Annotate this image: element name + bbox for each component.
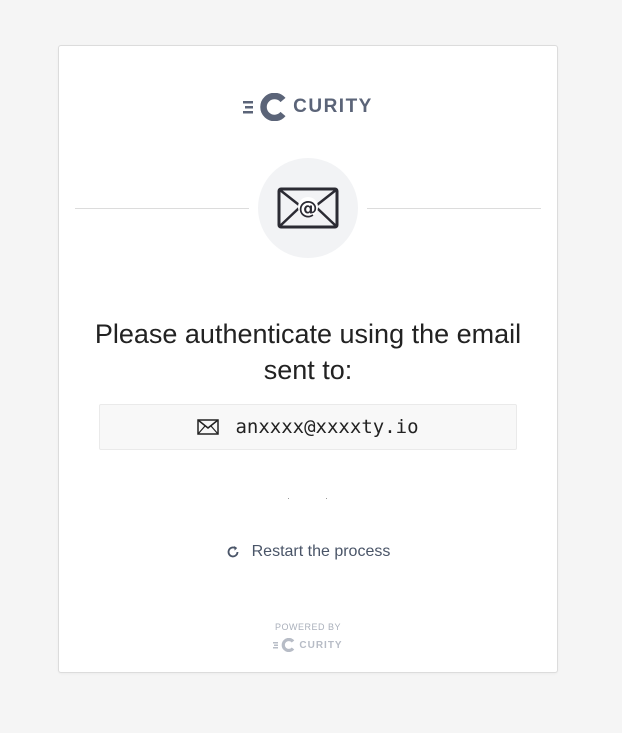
restart-process-link[interactable]: Restart the process (59, 541, 557, 563)
svg-text:@: @ (299, 197, 318, 219)
envelope-at-icon: @ (277, 187, 339, 229)
footer-logo: CURITY (59, 637, 557, 653)
loading-dot (288, 498, 289, 499)
refresh-icon (227, 546, 239, 558)
curity-logo-icon (273, 638, 295, 652)
divider-right (367, 208, 541, 209)
brand-logo: CURITY (59, 93, 557, 121)
email-address: anxxxx@xxxxty.io (235, 416, 419, 438)
hero-icon-circle: @ (258, 158, 358, 258)
curity-logo-icon (243, 93, 286, 121)
loading-dot (326, 498, 327, 499)
auth-card: CURITY @ Please authenticate using the e… (58, 45, 558, 673)
brand-name: CURITY (293, 96, 373, 117)
restart-process-label: Restart the process (251, 543, 391, 560)
powered-by-label: POWERED BY (274, 622, 341, 632)
mail-icon (197, 419, 220, 435)
hero-divider: @ (75, 158, 541, 258)
footer-brand-name: CURITY (299, 639, 343, 651)
email-display: anxxxx@xxxxty.io (99, 404, 517, 450)
divider-left (75, 208, 249, 209)
page-title: Please authenticate using the email sent… (94, 319, 522, 385)
